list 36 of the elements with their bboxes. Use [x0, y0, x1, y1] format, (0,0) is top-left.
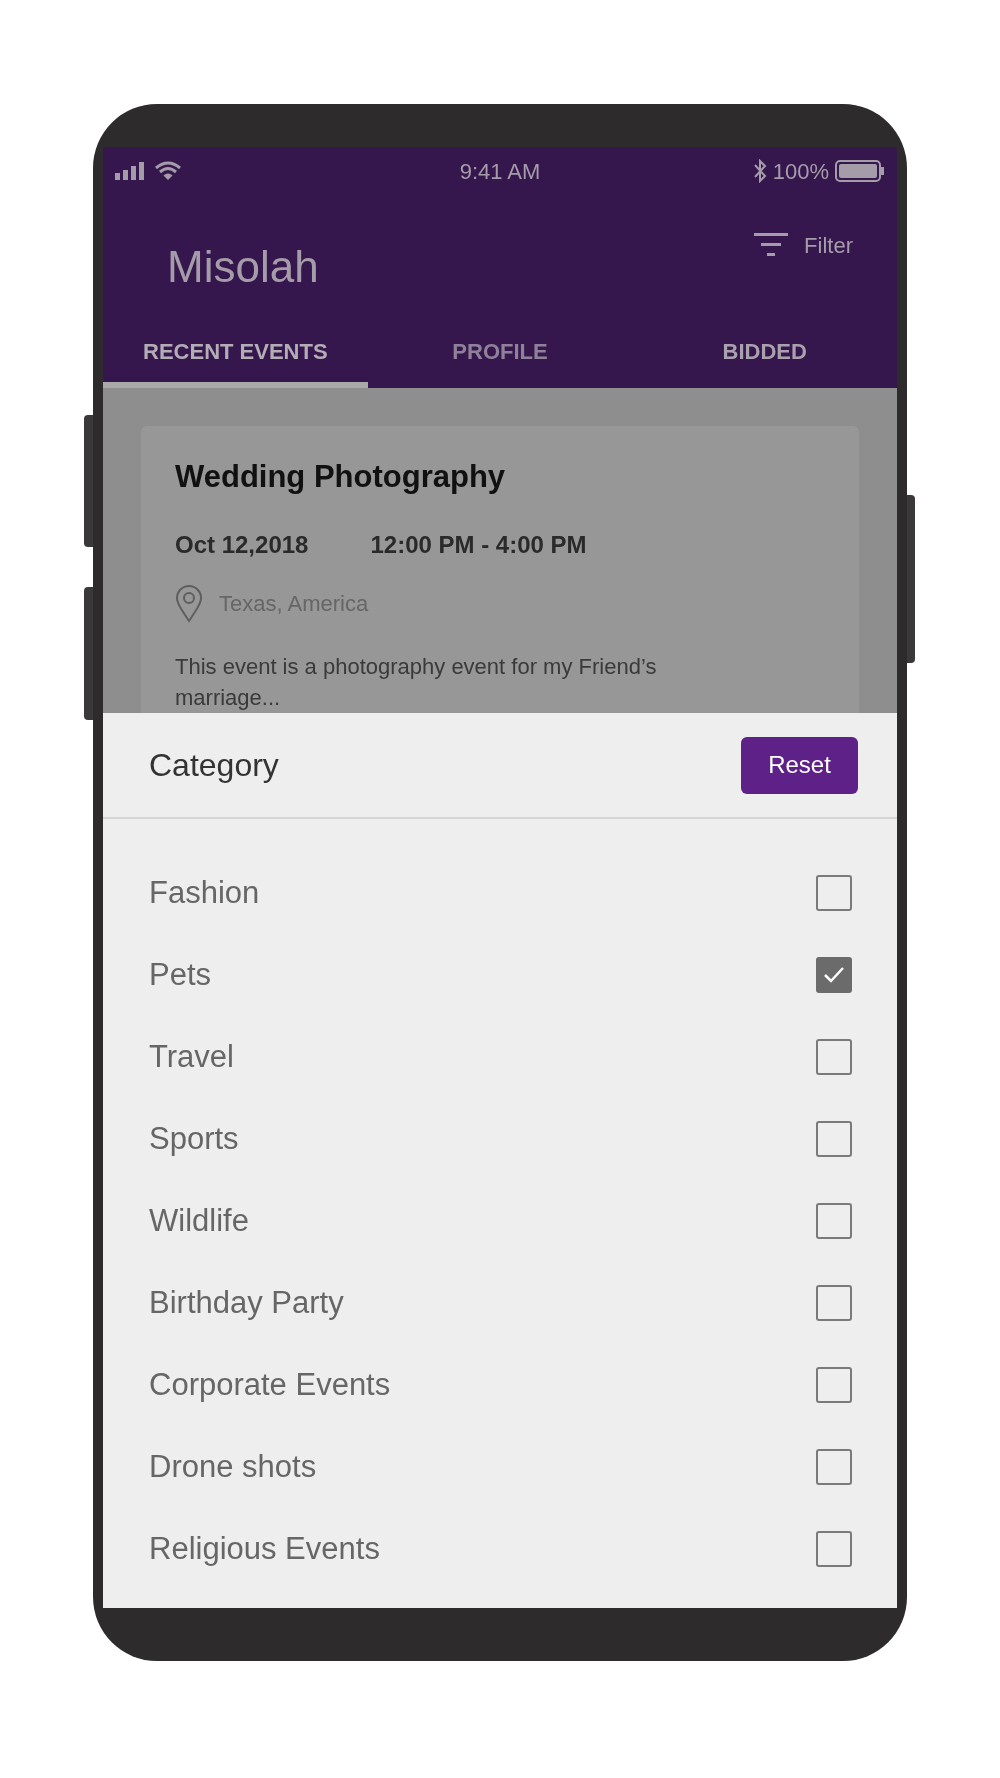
category-label: Pets: [149, 955, 213, 994]
category-label: Fashion: [149, 873, 261, 912]
checkbox[interactable]: [816, 1039, 852, 1075]
status-time: 9:41 AM: [458, 157, 542, 186]
tab[interactable]: PROFILE: [367, 317, 633, 388]
checkbox[interactable]: [816, 1367, 852, 1403]
location-pin-icon: [175, 584, 203, 623]
checkbox[interactable]: [816, 875, 852, 911]
category-label: Travel: [149, 1037, 235, 1076]
reset-button[interactable]: Reset: [741, 736, 858, 794]
checkbox[interactable]: [816, 957, 852, 993]
category-label: Birthday Party: [149, 1283, 345, 1322]
event-date: Oct 12,2018: [175, 529, 309, 560]
checkmark-icon: [823, 966, 845, 984]
checkbox[interactable]: [816, 1203, 852, 1239]
category-label: Corporate Events: [149, 1365, 392, 1404]
app-title: Misolah: [167, 241, 320, 293]
filter-icon: [754, 232, 789, 258]
bluetooth-icon: [752, 159, 767, 183]
event-time: 12:00 PM - 4:00 PM: [370, 529, 587, 560]
checkbox[interactable]: [816, 1531, 852, 1567]
wifi-icon: [155, 161, 181, 181]
filter-button[interactable]: Filter: [754, 228, 853, 262]
checkbox[interactable]: [816, 1121, 852, 1157]
event-title: Wedding Photography: [175, 458, 507, 496]
category-label: Drone shots: [149, 1447, 318, 1486]
checkbox[interactable]: [816, 1449, 852, 1485]
checkbox[interactable]: [816, 1285, 852, 1321]
category-label: Sports: [149, 1119, 240, 1158]
sheet-title: Category: [149, 746, 280, 785]
category-label: Wildlife: [149, 1201, 250, 1240]
event-description: This event is a photography event for my Friend’s marriage...: [175, 652, 658, 712]
tab[interactable]: BIDDED: [632, 317, 897, 388]
battery-percent: 100%: [772, 157, 829, 186]
battery-icon: [835, 160, 885, 182]
category-label: Religious Events: [149, 1529, 381, 1568]
